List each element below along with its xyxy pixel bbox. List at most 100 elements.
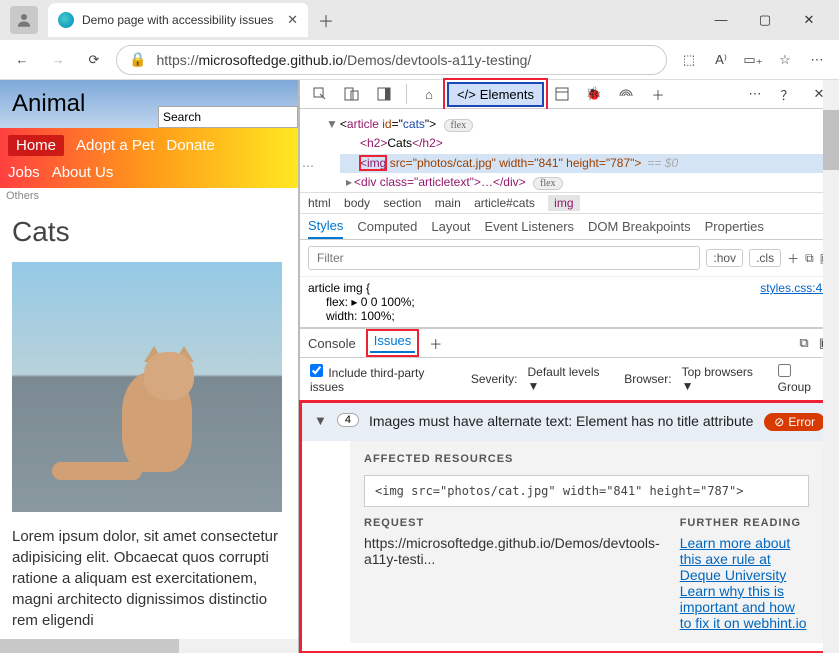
group-toggle[interactable]: Group — [778, 364, 829, 394]
drawer-tabs: Console Issues ＋ ⧉ ▣ — [300, 329, 839, 358]
elements-label: Elements — [480, 87, 534, 102]
search-input[interactable]: Search — [158, 106, 298, 128]
app-icon[interactable] — [548, 80, 576, 108]
tab-computed[interactable]: Computed — [357, 219, 417, 238]
dom-ellipsis-icon[interactable]: ⋯ — [302, 157, 316, 176]
close-window-icon[interactable]: ✕ — [797, 12, 821, 28]
styles-tabs: Styles Computed Layout Event Listeners D… — [300, 214, 839, 240]
drawer-dock-icon[interactable]: ⧉ — [799, 335, 808, 351]
horizontal-scrollbar[interactable] — [0, 639, 298, 653]
favorite-icon[interactable]: ☆ — [771, 46, 799, 74]
affected-label: AFFECTED RESOURCES — [364, 453, 809, 465]
help-icon[interactable]: ？ — [773, 80, 801, 108]
forward-button[interactable]: → — [44, 46, 72, 74]
window-controls: — ▢ ✕ — [709, 12, 835, 28]
tab-listeners[interactable]: Event Listeners — [484, 219, 574, 238]
new-style-icon[interactable]: ＋ — [787, 250, 799, 267]
more-icon[interactable]: ⋯ — [803, 46, 831, 74]
code-icon: </> — [457, 87, 476, 102]
tab-dombp[interactable]: DOM Breakpoints — [588, 219, 691, 238]
issue-message: Images must have alternate text: Element… — [369, 413, 754, 429]
collections-icon[interactable]: ▭₊ — [739, 46, 767, 74]
edge-favicon-icon — [58, 12, 74, 28]
dom-tree[interactable]: ⋯ ▼<article id="cats"> flex <h2>Cats</h2… — [300, 109, 839, 192]
url-prefix: https:// — [156, 52, 198, 68]
site-title: Animal — [12, 90, 85, 118]
copy-icon[interactable]: ⧉ — [805, 251, 814, 266]
styles-filter-input[interactable] — [308, 246, 700, 270]
crumb-html[interactable]: html — [308, 196, 331, 210]
issue-body: AFFECTED RESOURCES <img src="photos/cat.… — [350, 441, 823, 643]
request-url[interactable]: https://microsoftedge.github.io/Demos/de… — [364, 535, 660, 567]
read-aloud-icon[interactable]: A⁾ — [707, 46, 735, 74]
cat-image — [12, 262, 282, 512]
severity-select[interactable]: Default levels ▼ — [528, 365, 615, 393]
more-tools-icon[interactable]: ⋯ — [741, 80, 769, 108]
drawer: Console Issues ＋ ⧉ ▣ Include third-party… — [300, 327, 839, 653]
drawer-plus-icon[interactable]: ＋ — [429, 334, 442, 353]
browser-select[interactable]: Top browsers ▼ — [682, 365, 768, 393]
dom-selected-img[interactable]: <img src="photos/cat.jpg" width="841" he… — [340, 154, 829, 173]
plus-tab-icon[interactable]: ＋ — [644, 80, 672, 108]
styles-filter-row: :hov .cls ＋ ⧉ ▣ — [300, 240, 839, 277]
devtools-toolbar: ⌂ </> Elements 🐞 ＋ ⋯ ？ ✕ — [300, 80, 839, 109]
crumb-section[interactable]: section — [383, 196, 421, 210]
reading-link-axe[interactable]: Learn more about this axe rule at Deque … — [680, 535, 791, 583]
welcome-icon[interactable]: ⌂ — [415, 80, 443, 108]
devtools-panel: ⌂ </> Elements 🐞 ＋ ⋯ ？ ✕ ⋯ ▼<article id=… — [298, 80, 839, 653]
device-toggle-icon[interactable] — [338, 80, 366, 108]
hover-toggle[interactable]: :hov — [706, 249, 743, 267]
crumb-main[interactable]: main — [435, 196, 461, 210]
address-bar: ← → ⟳ 🔒 https://microsoftedge.github.io/… — [0, 40, 839, 80]
tab-props[interactable]: Properties — [705, 219, 764, 238]
third-party-toggle[interactable]: Include third-party issues — [310, 364, 461, 394]
issues-panel: ▼ 4 Images must have alternate text: Ele… — [302, 403, 837, 651]
tab-layout[interactable]: Layout — [431, 219, 470, 238]
tab-issues[interactable]: Issues — [370, 333, 416, 353]
cls-toggle[interactable]: .cls — [749, 249, 781, 267]
issue-header[interactable]: ▼ 4 Images must have alternate text: Ele… — [302, 403, 837, 441]
url-path: /Demos/devtools-a11y-testing/ — [343, 52, 531, 68]
crumb-article[interactable]: article#cats — [474, 196, 535, 210]
affected-code[interactable]: <img src="photos/cat.jpg" width="841" he… — [364, 475, 809, 507]
new-tab-button[interactable]: ＋ — [318, 8, 334, 32]
minimize-icon[interactable]: — — [709, 12, 733, 28]
dom-h2-open: <h2> — [360, 136, 387, 150]
collapse-icon[interactable]: ▼ — [314, 413, 327, 428]
error-badge: ⊘ Error — [764, 413, 825, 431]
elements-tab[interactable]: </> Elements — [447, 82, 544, 107]
bug-icon[interactable]: 🐞 — [580, 80, 608, 108]
crumb-img[interactable]: img — [548, 195, 579, 211]
vertical-scrollbar[interactable] — [823, 80, 839, 653]
maximize-icon[interactable]: ▢ — [753, 12, 777, 28]
refresh-button[interactable]: ⟳ — [80, 46, 108, 74]
tab-title: Demo page with accessibility issues — [82, 13, 281, 27]
browser-tab[interactable]: Demo page with accessibility issues ✕ — [48, 3, 308, 37]
nav-others[interactable]: Others — [0, 188, 298, 204]
source-link[interactable]: styles.css:45 — [760, 281, 829, 295]
browser-titlebar: Demo page with accessibility issues ✕ ＋ … — [0, 0, 839, 40]
reading-link-webhint[interactable]: Learn why this is important and how to f… — [680, 583, 807, 631]
address-field[interactable]: 🔒 https://microsoftedge.github.io/Demos/… — [116, 45, 667, 75]
issues-filter-bar: Include third-party issues Severity: Def… — [300, 358, 839, 401]
network-icon[interactable] — [612, 80, 640, 108]
nav-adopt[interactable]: Adopt a Pet — [76, 137, 154, 154]
main-nav: Home Adopt a Pet Donate Jobs About Us — [0, 128, 298, 188]
nav-about[interactable]: About Us — [52, 164, 114, 181]
tab-styles[interactable]: Styles — [308, 218, 343, 239]
webpage-viewport: Animal Search Home Adopt a Pet Donate Jo… — [0, 80, 298, 653]
back-button[interactable]: ← — [8, 46, 36, 74]
crumb-body[interactable]: body — [344, 196, 370, 210]
nav-jobs[interactable]: Jobs — [8, 164, 40, 181]
close-tab-icon[interactable]: ✕ — [287, 12, 298, 28]
nav-donate[interactable]: Donate — [166, 137, 214, 154]
shopping-icon[interactable]: ⬚ — [675, 46, 703, 74]
breadcrumb: html body section main article#cats img — [300, 192, 839, 214]
lock-icon: 🔒 — [129, 51, 146, 68]
inspect-icon[interactable] — [306, 80, 334, 108]
nav-home[interactable]: Home — [8, 135, 64, 156]
styles-rules[interactable]: styles.css:45 article img { flex: ▸ 0 0 … — [300, 277, 839, 327]
dock-icon[interactable] — [370, 80, 398, 108]
profile-avatar-icon[interactable] — [10, 6, 38, 34]
tab-console[interactable]: Console — [308, 336, 356, 351]
